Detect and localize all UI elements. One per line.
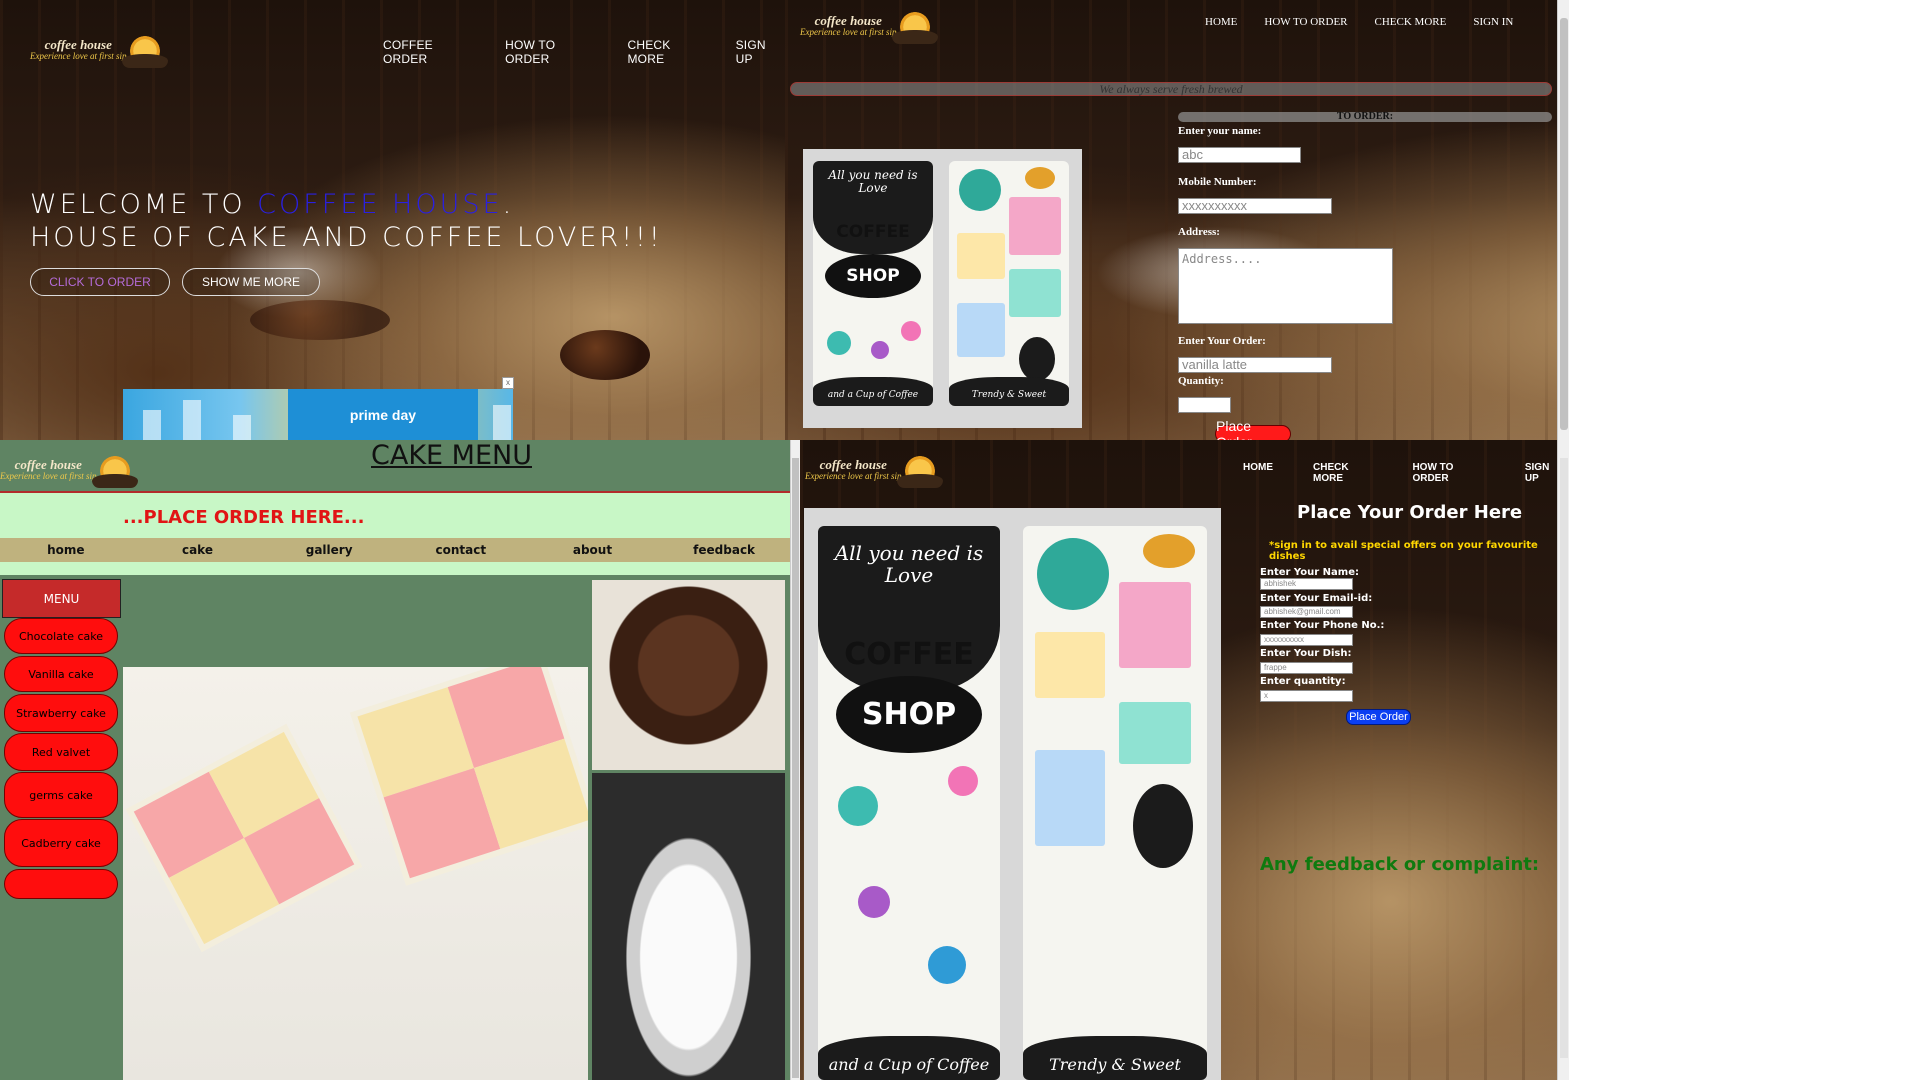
mobile-input[interactable]: xxxxxxxxxx — [1178, 198, 1332, 214]
cake-item-cadberry[interactable]: Cadberry cake — [4, 819, 118, 867]
blank-area — [1569, 0, 1920, 1080]
menu-card-right: Trendy & Sweet — [1023, 526, 1207, 1080]
coffee-beans-decoration — [250, 300, 390, 340]
battenberg-cake-image — [123, 667, 588, 1080]
offer-note: *sign in to avail special offers on your… — [1269, 540, 1538, 562]
nav-how-to-order[interactable]: HOW TO ORDER — [1264, 16, 1347, 28]
sunset-cup-icon — [892, 8, 939, 44]
nav-how-to-order[interactable]: HOW TO ORDER — [505, 38, 600, 66]
landing-page-panel: coffee house Experience love at first si… — [0, 0, 785, 440]
menu-heading: MENU — [2, 579, 121, 618]
menu-card-left: All you need is Love COFFEE SHOP and a C… — [813, 161, 933, 406]
place-order-link[interactable]: ...PLACE ORDER HERE... — [123, 507, 364, 528]
menu-card-right: Trendy & Sweet — [949, 161, 1069, 406]
quantity-input[interactable]: x — [1260, 690, 1353, 702]
site-logo[interactable]: coffee house Experience love at first si… — [805, 452, 944, 488]
close-icon[interactable]: x — [502, 377, 514, 389]
cake-navigation: home cake gallery contact about feedback — [0, 538, 790, 562]
cake-item-red-velvet[interactable]: Red valvet — [4, 733, 118, 771]
hero-heading: WELCOME TO COFFEE HOUSE. HOUSE OF CAKE A… — [30, 189, 663, 253]
cake-header: coffee house Experience love at first si… — [0, 440, 790, 491]
sunset-cup-icon — [92, 452, 139, 488]
white-cake-image — [592, 773, 785, 1080]
feedback-heading: Any feedback or complaint: — [1260, 854, 1540, 875]
order-label: Enter Your Order: — [1178, 335, 1266, 347]
marquee-banner: We always serve fresh brewed — [790, 82, 1552, 96]
nav-sign-in[interactable]: SIGN IN — [1473, 16, 1513, 28]
hero-subheading: HOUSE OF CAKE AND COFFEE LOVER!!! — [30, 222, 663, 253]
nav-feedback[interactable]: feedback — [659, 543, 790, 557]
chocolate-cake-image — [592, 580, 785, 770]
mobile-label: Mobile Number: — [1178, 176, 1257, 188]
cake-item-chocolate[interactable]: Chocolate cake — [4, 618, 118, 654]
site-logo[interactable]: coffee house Experience love at first si… — [0, 452, 139, 488]
nav-cake[interactable]: cake — [132, 543, 263, 557]
order-form: TO ORDER: — [1178, 112, 1552, 122]
sunset-cup-icon — [122, 32, 169, 68]
address-label: Address: — [1178, 226, 1220, 238]
cake-item-vanilla[interactable]: Vanilla cake — [4, 656, 118, 692]
top-navigation: HOME CHECK MORE HOW TO ORDER SIGN UP — [1243, 462, 1557, 484]
quantity-label: Enter quantity: — [1260, 676, 1346, 687]
place-order-button[interactable]: Place Order — [1215, 418, 1291, 440]
nav-sign-up[interactable]: SIGN UP — [736, 38, 785, 66]
ad-prime-day-label: prime day — [288, 389, 478, 440]
cake-item-strawberry[interactable]: Strawberry cake — [4, 694, 118, 732]
logo-title: coffee house — [44, 37, 112, 53]
top-navigation: HOME HOW TO ORDER CHECK MORE SIGN IN — [1205, 16, 1513, 28]
name-input[interactable]: abhishek — [1260, 578, 1353, 590]
nav-how-to-order[interactable]: HOW TO ORDER — [1412, 462, 1474, 484]
advertisement-banner[interactable]: prime day — [123, 389, 513, 440]
cake-item-more[interactable] — [4, 869, 118, 899]
order-title: Place Your Order Here — [1297, 502, 1523, 523]
place-order-button[interactable]: Place Order — [1346, 709, 1411, 725]
phone-label: Enter Your Phone No.: — [1260, 620, 1385, 631]
order-input[interactable]: vanilla latte — [1178, 357, 1332, 373]
quantity-input[interactable] — [1178, 397, 1231, 413]
nav-contact[interactable]: contact — [395, 543, 526, 557]
name-label: Enter your name: — [1178, 125, 1262, 137]
nav-home[interactable]: home — [0, 543, 131, 557]
menu-card-left: All you need is Love COFFEE SHOP and a C… — [818, 526, 1000, 1080]
nav-check-more[interactable]: CHECK MORE — [627, 38, 708, 66]
quantity-label: Quantity: — [1178, 375, 1224, 387]
coffee-menu-image: All you need is Love COFFEE SHOP and a C… — [803, 149, 1082, 428]
name-input[interactable]: abc — [1178, 147, 1301, 163]
nav-home[interactable]: HOME — [1205, 16, 1237, 28]
email-input[interactable]: abhishek@gmail.com — [1260, 606, 1353, 618]
phone-input[interactable]: xxxxxxxxxx — [1260, 634, 1353, 646]
show-me-more-button[interactable]: SHOW ME MORE — [182, 268, 320, 296]
top-navigation: COFFEE ORDER HOW TO ORDER CHECK MORE SIG… — [383, 38, 785, 66]
site-logo[interactable]: coffee house Experience love at first si… — [800, 8, 939, 44]
logo-tagline: Experience love at first sip — [30, 51, 127, 62]
nav-home[interactable]: HOME — [1243, 462, 1273, 484]
dish-label: Enter Your Dish: — [1260, 648, 1352, 659]
nav-check-more[interactable]: CHECK MORE — [1375, 16, 1447, 28]
brand-highlight: COFFEE HOUSE — [257, 189, 503, 220]
site-logo[interactable]: coffee house Experience love at first si… — [30, 32, 169, 68]
cake-menu-panel: coffee house Experience love at first si… — [0, 440, 790, 1080]
email-label: Enter Your Email-id: — [1260, 593, 1373, 604]
cake-item-germs[interactable]: germs cake — [4, 772, 118, 818]
form-title: TO ORDER: — [1178, 112, 1552, 122]
nav-sign-up[interactable]: SIGN UP — [1525, 462, 1557, 484]
page-title: CAKE MENU — [371, 440, 532, 471]
coffee-beans-decoration — [560, 330, 650, 380]
address-textarea[interactable]: Address.... — [1178, 248, 1393, 324]
order-banner[interactable]: ...PLACE ORDER HERE... — [0, 491, 790, 540]
nav-coffee-order[interactable]: COFFEE ORDER — [383, 38, 478, 66]
nav-about[interactable]: about — [527, 543, 658, 557]
nav-check-more[interactable]: CHECK MORE — [1313, 462, 1366, 484]
nav-gallery[interactable]: gallery — [264, 543, 395, 557]
coffee-menu-image: All you need is Love COFFEE SHOP and a C… — [804, 508, 1221, 1080]
name-label: Enter Your Name: — [1260, 567, 1359, 578]
click-to-order-button[interactable]: CLICK TO ORDER — [30, 268, 170, 296]
dish-input[interactable]: frappe — [1260, 662, 1353, 674]
place-order-panel: coffee house Experience love at first si… — [800, 440, 1557, 1080]
sunset-cup-icon — [897, 452, 944, 488]
